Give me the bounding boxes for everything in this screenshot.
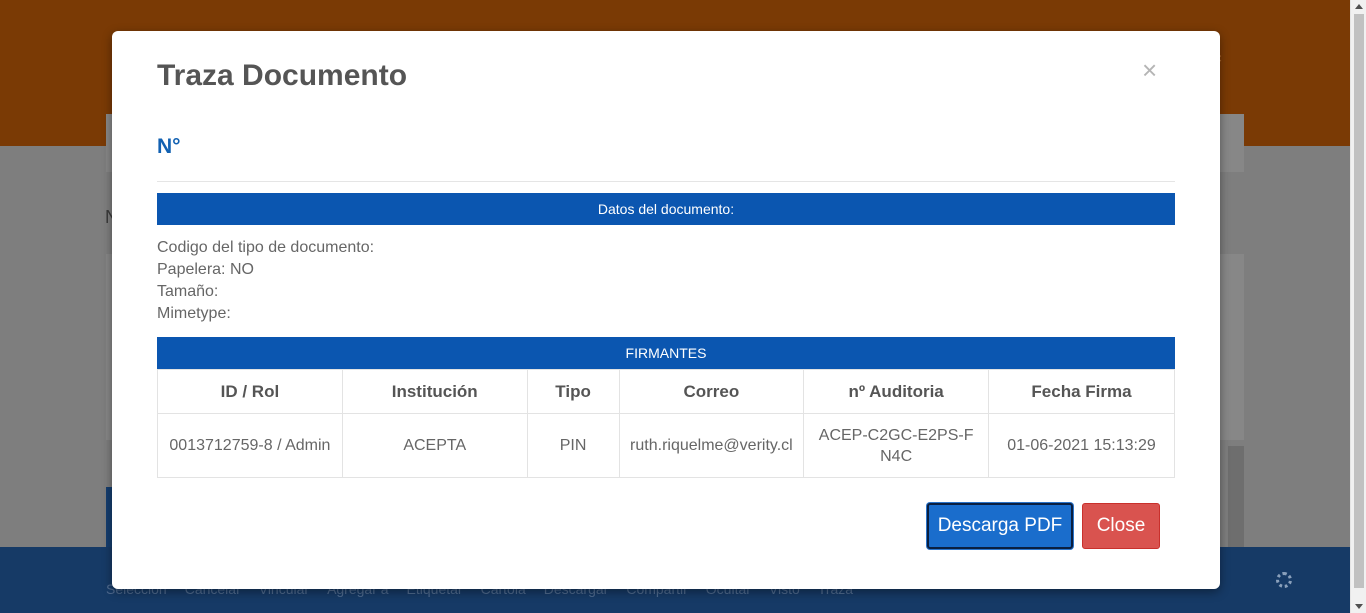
document-data-header-label: Datos del documento: (597, 201, 735, 217)
signers-header: FIRMANTES (157, 337, 1175, 369)
document-size: Tamaño: (157, 283, 219, 300)
cell-institution: ACEPTA (341, 413, 528, 478)
column-header-id-rol: ID / Rol (157, 369, 343, 414)
cell-id-rol: 0013712759-8 / Admin (157, 413, 343, 478)
close-icon[interactable]: × (1142, 57, 1157, 83)
close-button[interactable]: Close (1082, 503, 1160, 549)
document-number: N° (157, 135, 181, 158)
cell-sign-date: 01-06-2021 15:13:29 (988, 413, 1175, 478)
signers-header-label: FIRMANTES (625, 345, 707, 361)
divider (157, 181, 1175, 182)
page-scrollbar[interactable] (1350, 0, 1366, 613)
signers-table: ID / Rol Institución Tipo Correo nº Audi… (157, 369, 1175, 478)
document-mimetype: Mimetype: (157, 305, 231, 322)
trash-status: Papelera: NO (157, 261, 254, 278)
cell-email: ruth.riquelme@verity.cl (618, 413, 805, 478)
scroll-thumb[interactable] (1354, 14, 1364, 588)
column-header-audit: nº Auditoria (803, 369, 989, 414)
loading-spinner-icon (1276, 572, 1292, 588)
scroll-down-icon[interactable] (1355, 604, 1363, 609)
document-info: Codigo del tipo de documento: Papelera: … (157, 237, 374, 325)
document-type-code: Codigo del tipo de documento: (157, 239, 375, 256)
scroll-up-icon[interactable] (1355, 4, 1363, 9)
column-header-institution: Institución (341, 369, 528, 414)
column-header-email: Correo (618, 369, 805, 414)
document-data-header: Datos del documento: (157, 193, 1175, 225)
modal-title: Traza Documento (157, 59, 408, 92)
cell-audit: ACEP-C2GC-E2PS-FN4C (803, 413, 989, 478)
column-header-type: Tipo (526, 369, 620, 414)
column-header-sign-date: Fecha Firma (988, 369, 1175, 414)
table-row: 0013712759-8 / Admin ACEPTA PIN ruth.riq… (157, 413, 1175, 478)
trace-document-modal: Traza Documento × N° Datos del documento… (112, 31, 1220, 589)
table-header-row: ID / Rol Institución Tipo Correo nº Audi… (157, 369, 1175, 414)
cell-type: PIN (526, 413, 620, 478)
background-inner-scroll (1228, 446, 1244, 547)
download-pdf-button[interactable]: Descarga PDF (927, 503, 1073, 549)
